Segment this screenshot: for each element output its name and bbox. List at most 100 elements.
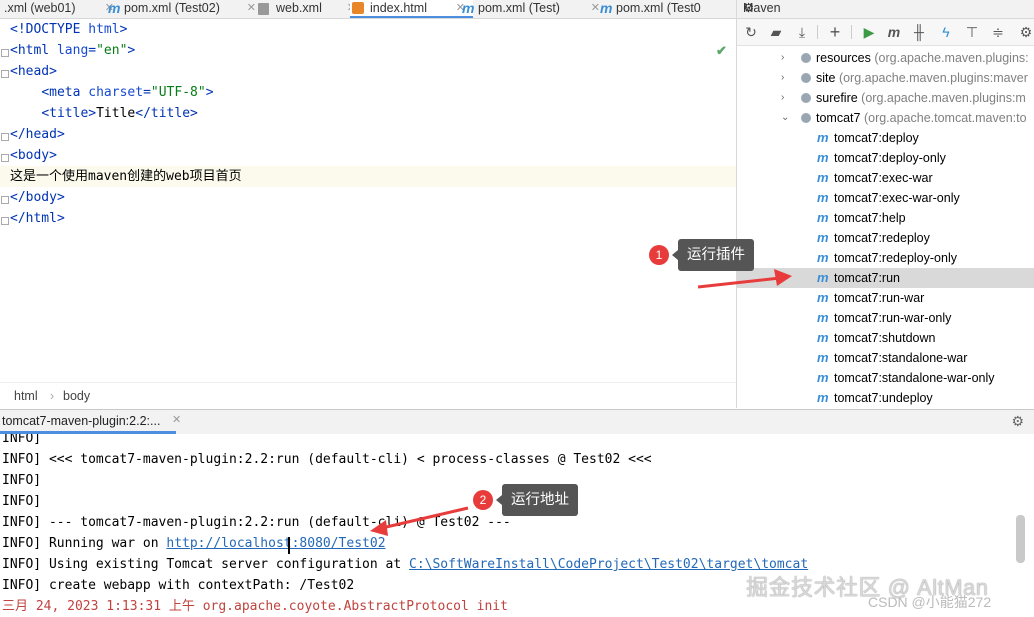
code-line[interactable]: <title>Title</title> (10, 103, 198, 124)
maven-goal-icon: m (817, 390, 829, 405)
console-text: INFO] Running war on (2, 536, 167, 551)
fold-marker-icon[interactable] (1, 49, 9, 57)
maven-goal-icon: m (817, 130, 829, 145)
chevron-right-icon[interactable]: › (781, 88, 784, 108)
chevron-right-icon[interactable]: › (781, 48, 784, 68)
code-line[interactable]: <!DOCTYPE html> (10, 19, 127, 40)
maven-goal-item[interactable]: m tomcat7:shutdown (737, 328, 1034, 348)
maven-goal-icon: m (817, 250, 829, 265)
tab-web-xml[interactable]: web.xml ✕ (256, 0, 364, 18)
console-scrollbar[interactable] (1016, 515, 1025, 563)
console-text: 三月 24, 2023 1:13:31 上午 org.apache.coyote… (2, 599, 508, 614)
editor-tab-bar: ✕ .xml (web01) m pom.xml (Test02) ✕ web.… (0, 0, 736, 19)
close-icon[interactable]: ✕ (172, 413, 181, 426)
code-token: <meta (41, 85, 89, 100)
skip-tests-icon[interactable]: ϟ (937, 23, 955, 41)
code-token: </head> (10, 127, 65, 142)
maven-plugin-item[interactable]: › resources (org.apache.maven.plugins: (737, 48, 1034, 68)
maven-goal-item[interactable]: m tomcat7:exec-war (737, 168, 1034, 188)
breadcrumb-item[interactable]: body (63, 389, 90, 403)
tree-item-label: tomcat7:run (834, 271, 901, 285)
chevron-down-icon[interactable]: ⌄ (781, 108, 789, 128)
breadcrumb-item[interactable]: html (14, 389, 38, 403)
maven-goal-item[interactable]: m tomcat7:standalone-war (737, 348, 1034, 368)
tab-pom-test02[interactable]: m pom.xml (Test02) ✕ (106, 0, 264, 18)
code-editor[interactable]: <!DOCTYPE html> <html lang="en"> <head> <m… (0, 19, 736, 381)
toggle-offline-icon[interactable]: ╫ (910, 23, 928, 41)
maven-goal-item[interactable]: m tomcat7:undeploy (737, 388, 1034, 408)
code-line[interactable]: <html lang="en"> (10, 40, 135, 61)
maven-plugin-item[interactable]: › site (org.apache.maven.plugins:maver (737, 68, 1034, 88)
run-icon[interactable]: ▶ (860, 23, 878, 41)
console-line: 三月 24, 2023 1:13:31 上午 org.apache.coyote… (2, 596, 508, 617)
fold-marker-icon[interactable] (1, 70, 9, 78)
maven-goal-item[interactable]: m tomcat7:help (737, 208, 1034, 228)
maven-goal-item[interactable]: m tomcat7:exec-war-only (737, 188, 1034, 208)
code-line[interactable]: <meta charset="UTF-8"> (10, 82, 213, 103)
execute-goal-icon[interactable]: m (885, 23, 903, 41)
tree-item-label: tomcat7:run-war (834, 291, 925, 305)
annotation-badge-1: 1 (649, 245, 669, 265)
tab-web01-xml[interactable]: ✕ .xml (web01) (0, 0, 118, 18)
fold-marker-icon[interactable] (1, 154, 9, 162)
tab-pom-test[interactable]: m pom.xml (Test) ✕ (460, 0, 608, 18)
maven-goal-icon: m (817, 170, 829, 185)
code-line[interactable]: </head> (10, 124, 65, 145)
code-token: charset (88, 85, 144, 100)
tab-label: web.xml (276, 1, 322, 15)
code-line[interactable]: 这是一个使用maven创建的web项目首页 (0, 166, 736, 187)
plugin-name: tomcat7 (816, 111, 861, 125)
code-token: lang (56, 43, 89, 58)
gear-icon[interactable]: ⚙ (1011, 413, 1024, 430)
console-text: INFO] create webapp with contextPath: /T… (2, 578, 355, 593)
tab-index-html[interactable]: index.html ✕ (350, 0, 473, 18)
fold-marker-icon[interactable] (1, 196, 9, 204)
add-icon[interactable]: + (826, 23, 844, 41)
maven-goal-item[interactable]: m tomcat7:standalone-war-only (737, 368, 1034, 388)
fold-marker-icon[interactable] (1, 133, 9, 141)
code-line[interactable]: <body> (10, 145, 57, 166)
reload-icon[interactable]: ↻ (742, 23, 760, 41)
code-token: "en" (96, 43, 128, 58)
run-tab-label: tomcat7-maven-plugin:2.2:... (2, 414, 161, 428)
tab-close-icon[interactable]: ✕ (247, 0, 256, 17)
code-token: Title (96, 106, 136, 121)
maven-goal-item[interactable]: m tomcat7:deploy-only (737, 148, 1034, 168)
maven-goal-item[interactable]: m tomcat7:redeploy (737, 228, 1034, 248)
tab-pom-test0[interactable]: m pom.xml (Test0 (598, 0, 736, 18)
tab-label: pom.xml (Test0 (616, 1, 701, 15)
maven-goal-item[interactable]: m tomcat7:run-war (737, 288, 1034, 308)
run-tab-bar: tomcat7-maven-plugin:2.2:... ✕ ⚙ (0, 409, 1034, 435)
maven-goal-item[interactable]: m tomcat7:deploy (737, 128, 1034, 148)
code-token: "UTF-8" (150, 85, 206, 100)
tree-item-label: tomcat7:undeploy (834, 391, 933, 405)
show-dependencies-icon[interactable]: ⊤ (963, 23, 981, 41)
code-line[interactable]: </body> (10, 187, 65, 208)
maven-goal-item[interactable]: m tomcat7:run (737, 268, 1034, 288)
code-token: <title> (41, 106, 97, 121)
maven-goal-item[interactable]: m tomcat7:run-war-only (737, 308, 1034, 328)
code-line[interactable]: <head> (10, 61, 57, 82)
download-icon[interactable]: ⤓ (793, 23, 811, 41)
tree-item-label: tomcat7:deploy (834, 131, 919, 145)
gear-icon[interactable]: ⚙ (743, 0, 1023, 16)
console-text: INFO] Using existing Tomcat server confi… (2, 557, 409, 572)
collapse-all-icon[interactable]: ≑ (989, 23, 1007, 41)
console-link[interactable]: http://localhost:8080/Test02 (166, 536, 385, 551)
maven-goal-item[interactable]: m tomcat7:redeploy-only (737, 248, 1034, 268)
tree-item-label: tomcat7:standalone-war (834, 351, 968, 365)
settings-icon[interactable]: ⚙ (1017, 23, 1034, 41)
maven-plugin-item[interactable]: › surefire (org.apache.maven.plugins:m (737, 88, 1034, 108)
add-folder-icon[interactable]: ▰ (767, 23, 785, 41)
console-text: INFO] <<< tomcat7-maven-plugin:2.2:run (… (2, 452, 652, 467)
chevron-right-icon[interactable]: › (781, 68, 784, 88)
fold-marker-icon[interactable] (1, 217, 9, 225)
maven-goal-icon: m (817, 230, 829, 245)
annotation-badge-2: 2 (473, 490, 493, 510)
maven-plugin-item[interactable]: ⌄ tomcat7 (org.apache.tomcat.maven:to (737, 108, 1034, 128)
code-token: </html> (10, 211, 65, 226)
run-tab[interactable]: tomcat7-maven-plugin:2.2:... (0, 410, 177, 434)
tree-item-label: tomcat7:exec-war (834, 171, 933, 185)
code-line[interactable]: </html> (10, 208, 65, 229)
